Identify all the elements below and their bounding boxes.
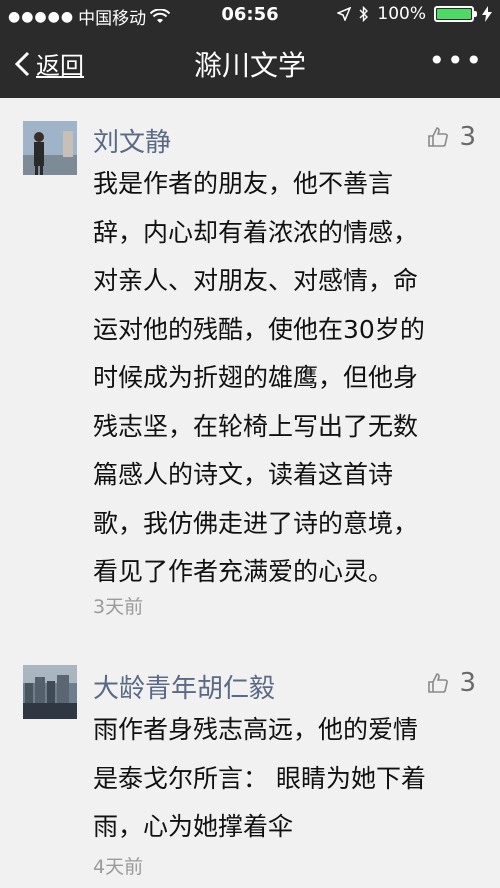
like-count: 3 [459, 122, 476, 152]
thumbs-up-icon [428, 127, 449, 147]
avatar-photo [23, 665, 77, 719]
status-right: 100% [337, 4, 492, 24]
comment-line: 残志坚，在轮椅上写出了无数 [93, 411, 419, 441]
comment-line: 看见了作者充满爱的心灵。 [93, 557, 394, 586]
avatar[interactable] [23, 121, 77, 175]
comment-line: 我是作者的朋友，他不善言 [93, 169, 394, 198]
battery-icon [434, 6, 477, 22]
comment-line: 运对他的残酷，使他在30岁的 [93, 314, 425, 344]
comment-line: 辞，内心却有着浓浓的情感， [93, 217, 419, 247]
status-bar: ●●●●● 中国移动 06:56 100% [0, 0, 500, 30]
avatar-photo [23, 121, 77, 175]
comment-time: 3天前 [93, 596, 144, 618]
comment-author[interactable]: 刘文静 [93, 122, 171, 159]
comment-author[interactable]: 大龄青年胡仁毅 [93, 668, 275, 705]
nav-bar: 返回 滁川文学 ••• [0, 30, 500, 98]
comment-line: 歌，我仿佛走进了诗的意境， [93, 508, 419, 538]
comment-line: 雨作者身残志高远，他的爱情 [93, 715, 419, 744]
like-count: 3 [459, 668, 476, 698]
location-arrow-icon [337, 7, 352, 21]
bluetooth-icon [359, 6, 369, 22]
comment-line: 篇感人的诗文，读着这首诗 [93, 460, 394, 489]
battery-fill [437, 9, 471, 19]
more-dots-icon[interactable]: ••• [428, 44, 484, 77]
charging-bolt-icon [482, 6, 492, 22]
thumbs-up-icon [428, 673, 449, 693]
battery-percent: 100% [377, 4, 426, 24]
comment-time: 4天前 [93, 856, 144, 878]
avatar[interactable] [23, 665, 77, 719]
comment-text: 雨作者身残志高远，他的爱情 是泰戈尔所言： 眼睛为她下着 雨，心为她撑着伞 [93, 706, 473, 852]
comment-line: 是泰戈尔所言： 眼睛为她下着 [93, 763, 426, 793]
like-button[interactable]: 3 [427, 668, 476, 698]
top-bar: ●●●●● 中国移动 06:56 100% 返回 滁川文学 ••• [0, 0, 500, 98]
comment-line: 对亲人、对朋友、对感情，命 [93, 266, 419, 295]
like-button[interactable]: 3 [427, 122, 476, 152]
page-title: 滁川文学 [193, 49, 306, 82]
comment-line: 雨，心为她撑着伞 [93, 812, 294, 841]
comment-line: 时候成为折翅的雄鹰，但他身 [93, 363, 419, 392]
comment-text: 我是作者的朋友，他不善言 辞，内心却有着浓浓的情感， 对亲人、对朋友、对感情，命… [93, 160, 473, 597]
